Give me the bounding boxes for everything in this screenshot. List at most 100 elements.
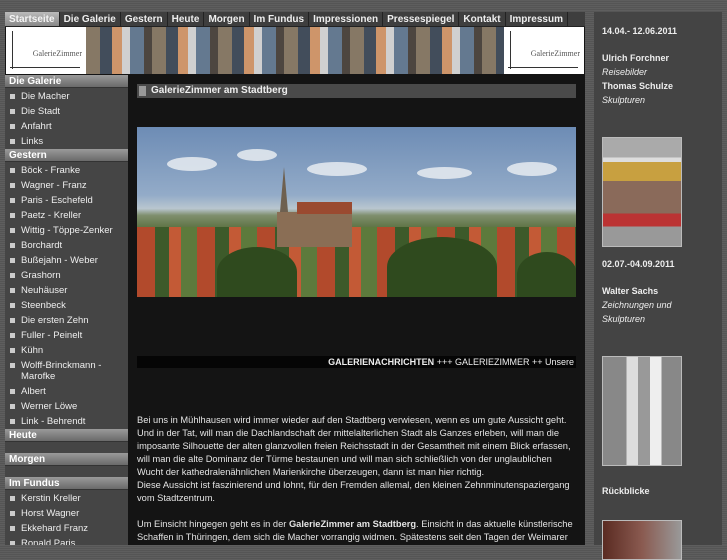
sidebar-link[interactable]: Horst Wagner	[5, 506, 128, 521]
artist-1: Ulrich Forchner	[602, 53, 670, 63]
sidebar-link[interactable]: Albert	[5, 384, 128, 399]
artist-2: Thomas Schulze	[602, 81, 674, 91]
logo[interactable]: GalerieZimmer	[6, 27, 86, 74]
artist-3: Walter Sachs	[602, 286, 659, 296]
page-title-bar: GalerieZimmer am Stadtberg	[137, 84, 576, 98]
sidebar-link[interactable]: Ekkehard Franz	[5, 521, 128, 536]
sidebar-link[interactable]: Link - Behrendt	[5, 414, 128, 429]
nav-gestern[interactable]: Gestern	[121, 12, 168, 26]
sidebar-link-label: Wittig - Töppe-Zenker	[21, 225, 113, 236]
sidebar-link[interactable]: Fuller - Peinelt	[5, 328, 128, 343]
sidebar-link-label: Steenbeck	[21, 300, 66, 311]
sidebar-link-label: Borchardt	[21, 240, 63, 251]
rueckblicke-heading[interactable]: Rückblicke	[602, 484, 714, 498]
logo-text: GalerieZimmer	[32, 49, 82, 58]
sidebar-link-label: Kühn	[21, 345, 44, 356]
ticker-heading: GALERIENACHRICHTEN	[328, 357, 435, 367]
sidebar-link[interactable]: Neuhäuser	[5, 283, 128, 298]
sidebar-link-label: Grashorn	[21, 270, 61, 281]
paragraph-2: Um Einsicht hingegen geht es in der	[137, 519, 289, 529]
sidebar-link-label: Werner Löwe	[21, 401, 78, 412]
nav-die-galerie[interactable]: Die Galerie	[60, 12, 121, 26]
sidebar-link[interactable]: Kerstin Kreller	[5, 491, 128, 506]
sidebar-link[interactable]: Die ersten Zehn	[5, 313, 128, 328]
rueckblick-poster[interactable]	[602, 520, 682, 560]
sidebar-link-label: Fuller - Peinelt	[21, 330, 83, 341]
sidebar-link[interactable]: Die Stadt	[5, 104, 128, 119]
paragraph-1b: Diese Aussicht ist faszinierend und lohn…	[137, 480, 570, 503]
work-3: Zeichnungen und Skulpturen	[602, 300, 672, 324]
logo-text: GalerieZimmer	[530, 49, 580, 58]
sidebar-link-label: Wagner - Franz	[21, 180, 87, 191]
sidebar-link[interactable]: Paetz - Kreller	[5, 208, 128, 223]
sidebar-link-label: Bußejahn - Weber	[21, 255, 98, 266]
exhibition-poster-1[interactable]	[602, 137, 682, 247]
left-sidebar: Die Galerie Die Macher Die Stadt Anfahrt Li…	[5, 75, 128, 545]
sidebar-link-label: Die ersten Zehn	[21, 315, 89, 326]
nav-startseite[interactable]: Startseite	[5, 12, 60, 26]
sidebar-link-label: Albert	[21, 386, 46, 397]
sidebar-link[interactable]: Grashorn	[5, 268, 128, 283]
sidebar-link[interactable]: Links	[5, 134, 128, 149]
exhibition-poster-2[interactable]	[602, 356, 682, 466]
sidebar-link[interactable]: Ronald Paris	[5, 536, 128, 545]
intro-text: Bei uns in Mühlhausen wird immer wieder …	[137, 414, 576, 545]
section-gestern[interactable]: Gestern	[5, 149, 128, 162]
header-banner: GalerieZimmer GalerieZimmer	[6, 27, 584, 74]
nav-impressum[interactable]: Impressum	[506, 12, 568, 26]
sidebar-link-label: Die Stadt	[21, 106, 61, 117]
nav-impressionen[interactable]: Impressionen	[309, 12, 384, 26]
sidebar-link[interactable]: Wagner - Franz	[5, 178, 128, 193]
sidebar-link-label: Neuhäuser	[21, 285, 68, 296]
right-sidebar: 14.04.- 12.06.2011 Ulrich Forchner Reise…	[594, 12, 722, 560]
sidebar-link-label: Böck - Franke	[21, 165, 81, 176]
sidebar-link[interactable]: Steenbeck	[5, 298, 128, 313]
section-morgen[interactable]: Morgen	[5, 453, 128, 466]
sidebar-link-label: Paetz - Kreller	[21, 210, 82, 221]
sidebar-link-label: Kerstin Kreller	[21, 493, 81, 504]
nav-pressespiegel[interactable]: Pressespiegel	[383, 12, 460, 26]
work-1: Reisebilder	[602, 67, 648, 77]
page-title: GalerieZimmer am Stadtberg	[151, 85, 288, 96]
sidebar-link-label: Die Macher	[21, 91, 70, 102]
city-photo	[137, 127, 576, 297]
sidebar-link[interactable]: Kühn	[5, 343, 128, 358]
news-ticker[interactable]: GALERIENACHRICHTEN +++ GALERIEZIMMER ++ …	[137, 356, 576, 368]
sidebar-link-label: Paris - Eschefeld	[21, 195, 93, 206]
gallery-name: GalerieZimmer am Stadtberg	[288, 519, 417, 529]
sidebar-link-label: Horst Wagner	[21, 508, 80, 519]
sidebar-link[interactable]: Wolff-Brinckmann - Marofke	[5, 358, 128, 384]
section-die-galerie[interactable]: Die Galerie	[5, 75, 128, 88]
banner-artwork	[86, 27, 504, 74]
nav-morgen[interactable]: Morgen	[204, 12, 250, 26]
sidebar-link-label: Wolff-Brinckmann - Marofke	[21, 360, 102, 382]
nav-im-fundus[interactable]: Im Fundus	[250, 12, 310, 26]
section-im-fundus[interactable]: Im Fundus	[5, 477, 128, 490]
exhibition-date-1: 14.04.- 12.06.2011	[602, 26, 678, 36]
sidebar-link-label: Ronald Paris	[21, 538, 76, 545]
sidebar-link-label: Anfahrt	[21, 121, 52, 132]
nav-heute[interactable]: Heute	[168, 12, 205, 26]
main-container: Startseite Die Galerie Gestern Heute Mor…	[5, 12, 585, 545]
ticker-text: +++ GALERIEZIMMER ++ Unsere	[434, 357, 574, 367]
sidebar-link-label: Links	[21, 136, 44, 147]
sidebar-link[interactable]: Bußejahn - Weber	[5, 253, 128, 268]
sidebar-link[interactable]: Böck - Franke	[5, 163, 128, 178]
sidebar-link[interactable]: Die Macher	[5, 89, 128, 104]
exhibition-date-2: 02.07.-04.09.2011	[602, 259, 675, 269]
sidebar-link-label: Link - Behrendt	[21, 416, 86, 427]
sidebar-link-label: Ekkehard Franz	[21, 523, 89, 534]
paragraph-1: Bei uns in Mühlhausen wird immer wieder …	[137, 415, 571, 477]
sidebar-link[interactable]: Paris - Eschefeld	[5, 193, 128, 208]
logo-right: GalerieZimmer	[504, 27, 584, 74]
work-2: Skulpturen	[602, 95, 646, 105]
sidebar-link[interactable]: Borchardt	[5, 238, 128, 253]
top-nav: Startseite Die Galerie Gestern Heute Mor…	[5, 12, 585, 27]
nav-kontakt[interactable]: Kontakt	[459, 12, 506, 26]
sidebar-link[interactable]: Wittig - Töppe-Zenker	[5, 223, 128, 238]
content-area: GalerieZimmer am Stadtberg GALERIENACHRI…	[137, 84, 576, 542]
section-heute[interactable]: Heute	[5, 429, 128, 442]
sidebar-link[interactable]: Werner Löwe	[5, 399, 128, 414]
sidebar-link[interactable]: Anfahrt	[5, 119, 128, 134]
title-marker-icon	[139, 86, 146, 96]
